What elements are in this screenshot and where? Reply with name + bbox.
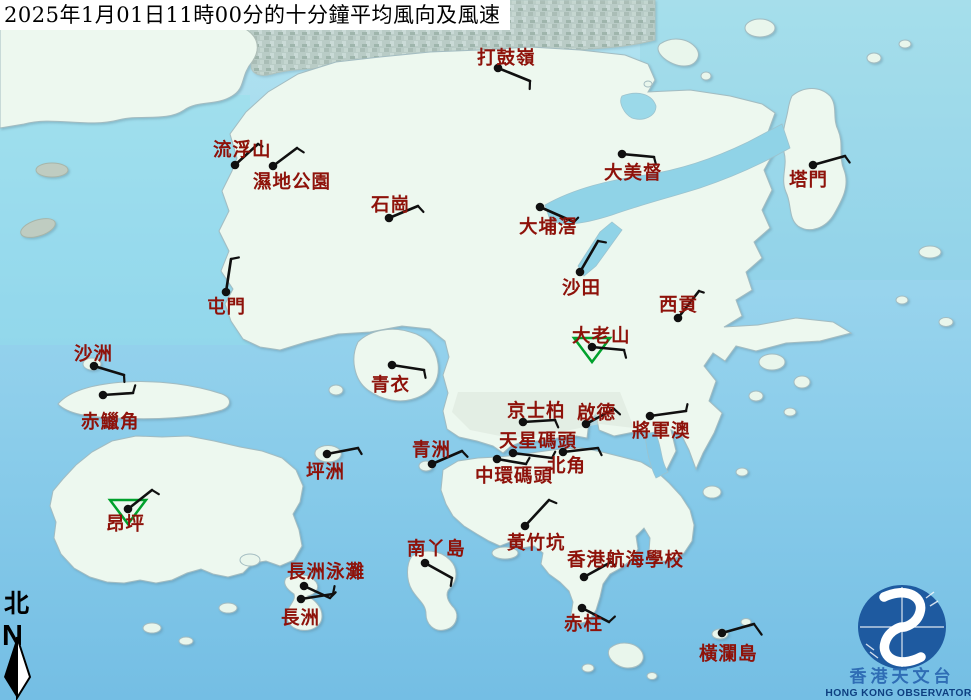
station-dot: [493, 455, 502, 464]
compass-hanzi: 北: [4, 589, 29, 618]
station-label: 打鼓嶺: [477, 47, 536, 69]
station-label: 濕地公園: [253, 171, 331, 193]
mirs-bay-island: [745, 19, 775, 37]
station-label: 流浮山: [213, 139, 272, 161]
station-label: 昂坪: [106, 514, 145, 535]
station-dot: [580, 573, 589, 582]
wind-barb-tick: [333, 586, 335, 594]
station-label: 將軍澳: [632, 420, 691, 442]
station-label: 石崗: [370, 194, 410, 216]
station-label: 中環碼頭: [475, 465, 553, 487]
station-label: 塔門: [789, 169, 828, 191]
deep-bay-islet: [36, 163, 68, 177]
station-label: 京士柏: [507, 400, 566, 422]
station-label: 坪洲: [306, 462, 345, 483]
station-label: 黃竹坑: [506, 532, 566, 554]
map-canvas: 打鼓嶺流浮山濕地公園 大美督 塔門石崗大埔滘沙田屯門沙洲赤鱲角 青衣 大老山 西貢京士柏啟…: [0, 0, 971, 700]
po-toi-islands: [647, 673, 657, 680]
hko-logo-chinese: 香港天文台: [850, 666, 955, 687]
station-label: 大埔滘: [519, 216, 578, 238]
station-dot: [536, 203, 545, 212]
hei-ling-chau-island: [240, 554, 260, 566]
soko-islands: [179, 637, 193, 645]
station-label: 香港航海學校: [566, 549, 684, 571]
mirs-bay-islet: [899, 40, 911, 48]
mirs-bay-islet: [644, 81, 652, 87]
station-dot: [578, 604, 587, 613]
wind-map: 打鼓嶺流浮山濕地公園 大美督 塔門石崗大埔滘沙田屯門沙洲赤鱲角 青衣 大老山 西貢京士柏啟…: [0, 0, 971, 700]
clear-water-bay-islet: [736, 468, 748, 476]
station-dot: [388, 361, 397, 370]
station-dot: [222, 288, 231, 297]
station-label: 沙洲: [74, 344, 113, 365]
station-dot: [124, 505, 133, 514]
station-dot: [718, 629, 727, 638]
station-dot: [809, 161, 818, 170]
po-toi-islands: [582, 664, 594, 672]
station-label: 大老山: [572, 325, 631, 347]
port-shelter-islet: [794, 376, 810, 388]
ninepin-islet: [896, 296, 908, 304]
station-dot: [297, 595, 306, 604]
station-label: 橫瀾島: [699, 643, 758, 665]
station-label: 西貢: [659, 295, 698, 316]
station-label: 長洲泳灘: [287, 561, 365, 583]
mirs-bay-islet: [867, 53, 881, 63]
shek-kwu-chau-island: [219, 603, 237, 613]
station-label: 啟德: [577, 402, 616, 424]
port-shelter-islet: [784, 408, 796, 416]
station-dot: [323, 450, 332, 459]
station-dot: [269, 162, 278, 171]
wind-barb-tick: [231, 257, 239, 259]
tung-lung-chau-island: [703, 486, 721, 498]
soko-islands: [143, 623, 161, 633]
station-dot: [618, 150, 627, 159]
wind-barb-tick: [424, 370, 426, 378]
station-dot: [231, 161, 240, 170]
ma-wan-island: [329, 385, 343, 395]
lantau-island-land: [50, 436, 303, 583]
port-shelter-islet: [749, 391, 763, 401]
wind-barb-tick: [598, 241, 606, 242]
station-label: 長洲: [281, 608, 320, 629]
station-label: 青衣: [371, 374, 410, 396]
station-label: 大美督: [604, 162, 663, 184]
map-title: 2025年1月01日11時00分的十分鐘平均風向及風速: [0, 0, 510, 30]
station-dot: [646, 412, 655, 421]
station-label: 青洲: [412, 440, 451, 461]
wind-barb-tick: [451, 578, 452, 586]
station-dot: [521, 522, 530, 531]
station-label: 沙田: [562, 278, 601, 299]
wind-barb-tick: [686, 404, 687, 411]
station-dot: [559, 448, 568, 457]
hko-logo-english: HONG KONG OBSERVATORY: [825, 688, 971, 699]
station-label: 赤柱: [564, 613, 603, 635]
station-dot: [99, 391, 108, 400]
mirs-bay-islet: [701, 72, 711, 80]
station-dot: [576, 268, 585, 277]
wind-barb-tick: [699, 291, 704, 293]
ninepin-islet: [939, 318, 953, 327]
kau-sai-chau-island: [759, 354, 785, 370]
station-label: 赤鱲角: [81, 411, 140, 433]
station-label: 南丫島: [407, 538, 466, 560]
station-label: 屯門: [207, 296, 246, 318]
ninepin-islet: [919, 246, 941, 258]
